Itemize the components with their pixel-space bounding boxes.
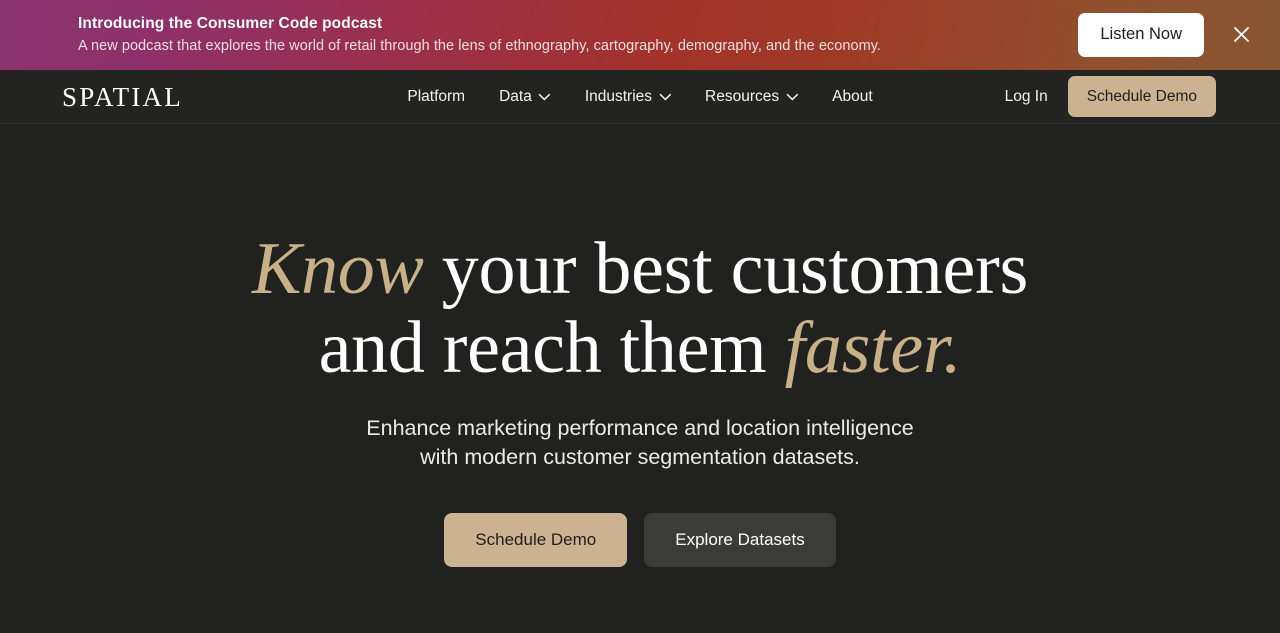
announcement-title: Introducing the Consumer Code podcast [78,14,383,32]
hero-cta-row: Schedule Demo Explore Datasets [444,512,836,568]
chevron-down-icon [786,88,798,106]
nav-item-label: About [832,87,873,105]
headline-accent-know: Know [252,228,424,310]
listen-now-button[interactable]: Listen Now [1078,13,1204,57]
chevron-down-icon [659,88,671,106]
nav-item-platform[interactable]: Platform [407,84,465,110]
main-navigation: SPATIAL Platform Data Industries Resourc… [0,70,1280,124]
login-link[interactable]: Log In [1005,88,1048,106]
nav-item-label: Industries [584,87,653,105]
headline-accent-faster: faster. [784,307,962,390]
close-icon [1232,25,1251,44]
announcement-text: Introducing the Consumer Code podcast A … [78,14,881,56]
nav-item-label: Platform [407,87,466,105]
nav-item-label: Resources [705,87,780,105]
headline-segment-one: your best customers [423,228,1029,310]
schedule-demo-button-hero[interactable]: Schedule Demo [444,512,628,568]
explore-datasets-button[interactable]: Explore Datasets [644,512,836,568]
hero-section: Know your best customers and reach them … [0,124,1280,633]
announcement-banner: Introducing the Consumer Code podcast A … [0,0,1280,70]
headline-segment-two: and reach them [318,307,785,390]
nav-item-data[interactable]: Data [499,84,551,110]
nav-item-resources[interactable]: Resources [705,84,798,110]
announcement-actions: Listen Now [1078,13,1256,57]
hero-headline: Know your best customers and reach them … [252,228,1029,390]
nav-links: Platform Data Industries Resources About [407,84,872,110]
nav-item-label: Data [499,87,532,105]
chevron-down-icon [539,88,551,106]
site-logo[interactable]: SPATIAL [62,87,183,107]
close-banner-button[interactable] [1226,20,1256,50]
nav-item-industries[interactable]: Industries [585,84,671,110]
hero-subheadline: Enhance marketing performance and locati… [366,416,914,470]
announcement-subtitle: A new podcast that explores the world of… [78,37,882,54]
schedule-demo-button-nav[interactable]: Schedule Demo [1067,75,1216,118]
nav-actions: Log In Schedule Demo [1005,75,1216,118]
nav-item-about[interactable]: About [832,84,873,110]
